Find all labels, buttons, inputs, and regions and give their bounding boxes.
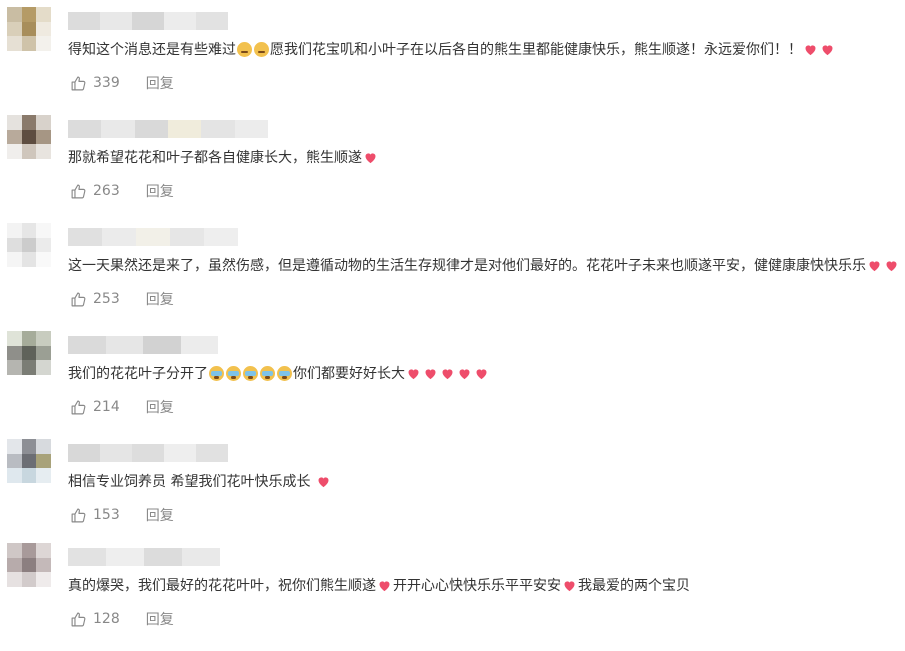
sob-emoji-icon: [260, 366, 275, 381]
username-blurred[interactable]: [68, 336, 218, 354]
like-count: 253: [93, 291, 120, 307]
reply-button[interactable]: 回复: [146, 73, 174, 93]
comment-text: 我们的花花叶子分开了 你们都要好好长大: [68, 363, 895, 385]
sob-emoji-icon: [243, 366, 258, 381]
comment-text: 这一天果然还是来了，虽然伤感，但是遵循动物的生活生存规律才是对他们最好的。花花叶…: [68, 255, 897, 277]
cry-emoji-icon: [237, 42, 252, 57]
comment-text-segment: 我们的花花叶子分开了: [68, 366, 208, 382]
heart-emoji-icon: [564, 581, 575, 592]
thumbs-up-icon: [71, 400, 86, 414]
avatar[interactable]: [7, 543, 51, 587]
avatar[interactable]: [7, 331, 51, 375]
comment-item: 真的爆哭，我们最好的花花叶叶，祝你们熊生顺遂 开开心心快快乐乐平平安安 我最爱的两个…: [0, 543, 905, 651]
heart-emoji-icon: [459, 369, 470, 380]
comment-actions: 214 回复: [70, 397, 174, 417]
username-blurred[interactable]: [68, 548, 220, 566]
comment-list: 得知这个消息还是有些难过 愿我们花宝叽和小叶子在以后各自的熊生里都能健康快乐，熊生…: [0, 0, 905, 638]
comment-item: 相信专业饲养员 希望我们花叶快乐成长 153 回复: [0, 439, 905, 547]
avatar[interactable]: [7, 7, 51, 51]
username-blurred[interactable]: [68, 120, 268, 138]
comment-text-segment: 你们都要好好长大: [293, 366, 405, 382]
like-button[interactable]: 153: [70, 507, 120, 524]
like-button[interactable]: 263: [70, 183, 120, 200]
comment-item: 得知这个消息还是有些难过 愿我们花宝叽和小叶子在以后各自的熊生里都能健康快乐，熊生…: [0, 7, 905, 115]
heart-emoji-icon: [318, 477, 329, 488]
avatar[interactable]: [7, 439, 51, 483]
like-button[interactable]: 253: [70, 291, 120, 308]
comment-text-segment: 我最爱的两个宝贝: [578, 578, 690, 594]
comment-item: 我们的花花叶子分开了 你们都要好好长大 214 回复: [0, 331, 905, 439]
heart-emoji-icon: [442, 369, 453, 380]
heart-emoji-icon: [886, 261, 897, 272]
sob-emoji-icon: [277, 366, 292, 381]
comment-actions: 253 回复: [70, 289, 174, 309]
comment-text-segment: 开开心心快快乐乐平平安安: [393, 578, 561, 594]
comment-actions: 263 回复: [70, 181, 174, 201]
like-button[interactable]: 128: [70, 611, 120, 628]
like-button[interactable]: 339: [70, 75, 120, 92]
heart-emoji-icon: [822, 45, 833, 56]
comment-actions: 153 回复: [70, 505, 174, 525]
heart-emoji-icon: [425, 369, 436, 380]
comment-text: 相信专业饲养员 希望我们花叶快乐成长: [68, 471, 895, 493]
reply-button[interactable]: 回复: [146, 609, 174, 629]
like-button[interactable]: 214: [70, 399, 120, 416]
heart-emoji-icon: [476, 369, 487, 380]
reply-button[interactable]: 回复: [146, 505, 174, 525]
comment-text-segment: 那就希望花花和叶子都各自健康长大，熊生顺遂: [68, 150, 362, 166]
thumbs-up-icon: [71, 508, 86, 522]
like-count: 153: [93, 507, 120, 523]
comment-text-segment: 这一天果然还是来了，虽然伤感，但是遵循动物的生活生存规律才是对他们最好的。花花叶…: [68, 258, 866, 274]
comment-actions: 128 回复: [70, 609, 174, 629]
comment-text: 得知这个消息还是有些难过 愿我们花宝叽和小叶子在以后各自的熊生里都能健康快乐，熊生…: [68, 39, 895, 61]
reply-button[interactable]: 回复: [146, 289, 174, 309]
heart-emoji-icon: [408, 369, 419, 380]
comment-actions: 339 回复: [70, 73, 174, 93]
like-count: 263: [93, 183, 120, 199]
comment-text-segment: 得知这个消息还是有些难过: [68, 42, 236, 58]
heart-emoji-icon: [869, 261, 880, 272]
username-blurred[interactable]: [68, 12, 228, 30]
comment-text: 真的爆哭，我们最好的花花叶叶，祝你们熊生顺遂 开开心心快快乐乐平平安安 我最爱的两个…: [68, 575, 895, 597]
like-count: 339: [93, 75, 120, 91]
comment-text: 那就希望花花和叶子都各自健康长大，熊生顺遂: [68, 147, 895, 169]
thumbs-up-icon: [71, 184, 86, 198]
heart-emoji-icon: [365, 153, 376, 164]
comment-text-segment: 真的爆哭，我们最好的花花叶叶，祝你们熊生顺遂: [68, 578, 376, 594]
like-count: 214: [93, 399, 120, 415]
username-blurred[interactable]: [68, 444, 228, 462]
comment-text-segment: 愿我们花宝叽和小叶子在以后各自的熊生里都能健康快乐，熊生顺遂！永远爱你们！！: [270, 42, 802, 58]
thumbs-up-icon: [71, 292, 86, 306]
sob-emoji-icon: [209, 366, 224, 381]
thumbs-up-icon: [71, 612, 86, 626]
avatar[interactable]: [7, 115, 51, 159]
comment-text-segment: 相信专业饲养员 希望我们花叶快乐成长: [68, 474, 315, 490]
sob-emoji-icon: [226, 366, 241, 381]
like-count: 128: [93, 611, 120, 627]
username-blurred[interactable]: [68, 228, 238, 246]
heart-emoji-icon: [805, 45, 816, 56]
cry-emoji-icon: [254, 42, 269, 57]
reply-button[interactable]: 回复: [146, 181, 174, 201]
avatar[interactable]: [7, 223, 51, 267]
reply-button[interactable]: 回复: [146, 397, 174, 417]
heart-emoji-icon: [379, 581, 390, 592]
thumbs-up-icon: [71, 76, 86, 90]
comment-item: 这一天果然还是来了，虽然伤感，但是遵循动物的生活生存规律才是对他们最好的。花花叶…: [0, 223, 905, 331]
comment-item: 那就希望花花和叶子都各自健康长大，熊生顺遂 263 回复: [0, 115, 905, 223]
